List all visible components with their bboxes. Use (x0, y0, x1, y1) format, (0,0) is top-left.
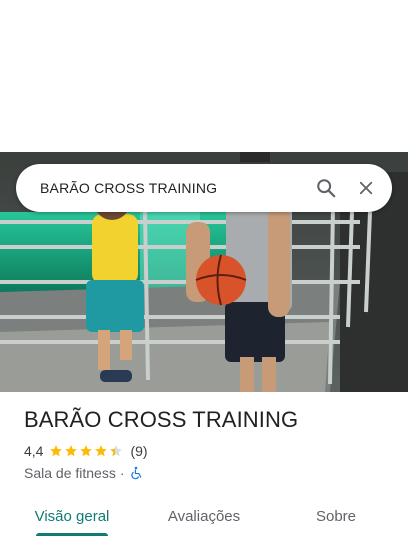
star-half-icon (110, 445, 123, 457)
separator-dot: · (119, 465, 125, 481)
place-category: Sala de fitness (24, 465, 116, 481)
active-tab-indicator (36, 533, 108, 536)
star-rating (49, 444, 124, 458)
rating-row[interactable]: 4,4 (9) (24, 443, 148, 459)
place-title: BARÃO CROSS TRAINING (24, 407, 299, 432)
tab-reviews[interactable]: Avaliações (152, 496, 256, 536)
search-bar[interactable]: BARÃO CROSS TRAINING (16, 164, 392, 212)
category-row: Sala de fitness · (24, 465, 143, 481)
wheelchair-icon (130, 466, 141, 480)
rating-value: 4,4 (24, 443, 44, 459)
star-icon (95, 445, 108, 457)
close-icon (359, 181, 373, 195)
tab-about[interactable]: Sobre (296, 496, 376, 536)
review-count[interactable]: (9) (130, 443, 147, 459)
star-icon (50, 445, 63, 457)
star-icon (80, 445, 93, 457)
search-button[interactable] (306, 168, 346, 208)
tab-bar: Visão geral Avaliações Sobre (0, 496, 408, 536)
search-icon (317, 179, 336, 198)
star-icon (65, 445, 78, 457)
search-query[interactable]: BARÃO CROSS TRAINING (40, 180, 306, 196)
close-button[interactable] (346, 168, 386, 208)
tab-overview[interactable]: Visão geral (24, 496, 120, 536)
